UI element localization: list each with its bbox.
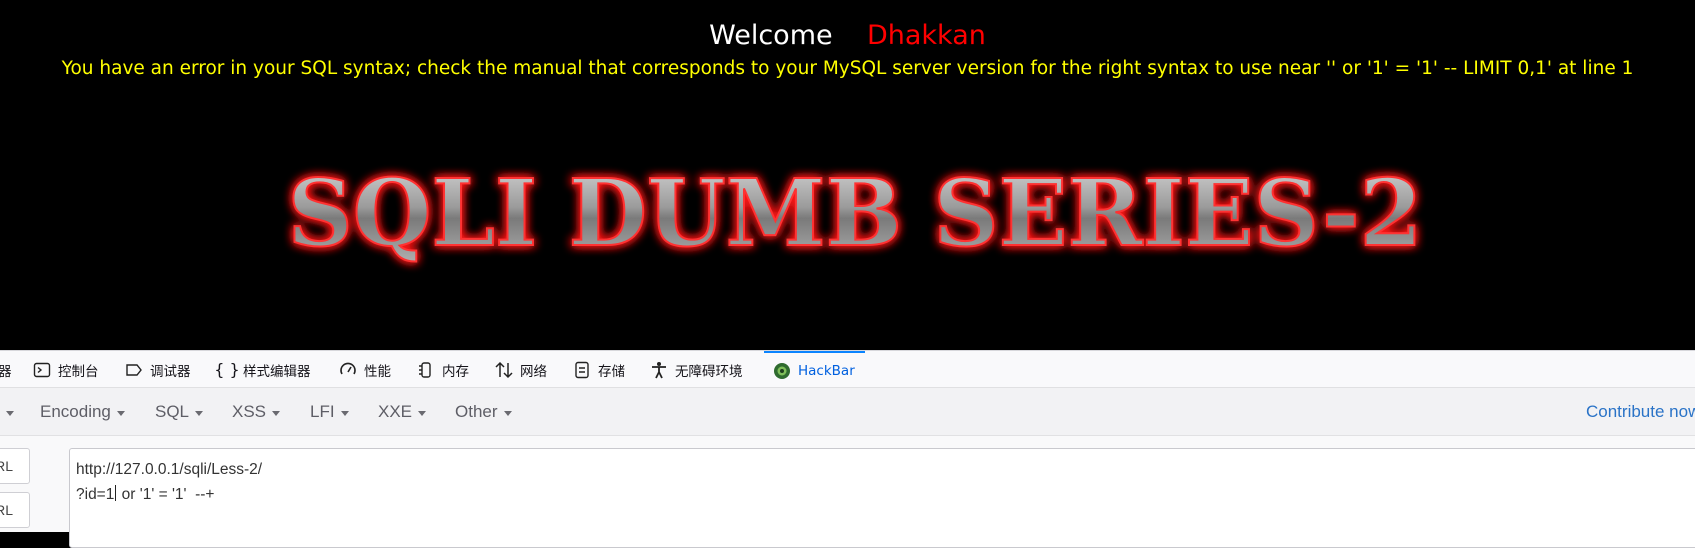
tab-label: 无障碍环境 bbox=[675, 363, 743, 380]
accessibility-icon bbox=[649, 360, 669, 380]
menu-xxe[interactable]: XXE bbox=[378, 388, 427, 436]
tab-label: 样式编辑器 bbox=[243, 363, 311, 380]
chevron-down-icon bbox=[195, 410, 204, 416]
button-label: Load URL bbox=[0, 458, 13, 474]
split-url-button[interactable]: Split URL bbox=[0, 492, 30, 528]
hackbar-body: Load URL Split URL http://127.0.0.1/sqli… bbox=[0, 436, 1695, 548]
contribute-link[interactable]: Contribute now bbox=[1586, 388, 1695, 436]
url-textarea[interactable]: http://127.0.0.1/sqli/Less-2/ ?id=1 or '… bbox=[69, 448, 1695, 548]
tab-label: 网络 bbox=[520, 363, 547, 380]
tab-console[interactable]: 控制台 bbox=[32, 351, 99, 388]
devtools-tab-bar: 器 控制台 调试器 { } 样式编辑器 性能 内存 网络 存储 无障碍环境 Ha… bbox=[0, 350, 1695, 388]
tab-label: HackBar bbox=[798, 362, 855, 379]
menu-lfi[interactable]: LFI bbox=[310, 388, 349, 436]
welcome-name: Dhakkan bbox=[866, 20, 986, 51]
hackbar-icon bbox=[772, 361, 792, 381]
menu-sql[interactable]: SQL bbox=[155, 388, 204, 436]
menu-label: XSS bbox=[232, 402, 267, 421]
tab-style-editor[interactable]: { } 样式编辑器 bbox=[214, 351, 311, 388]
tab-performance[interactable]: 性能 bbox=[338, 351, 391, 388]
web-page: Welcome Dhakkan You have an error in you… bbox=[0, 0, 1695, 350]
menu-dropdown-hidden[interactable] bbox=[0, 388, 14, 436]
storage-icon bbox=[572, 360, 592, 380]
tab-label: 调试器 bbox=[150, 363, 191, 380]
tab-storage[interactable]: 存储 bbox=[572, 351, 625, 388]
sql-error-message: You have an error in your SQL syntax; ch… bbox=[61, 58, 1634, 79]
gauge-icon bbox=[338, 360, 358, 380]
tab-memory[interactable]: 内存 bbox=[416, 351, 469, 388]
memory-icon bbox=[416, 360, 436, 380]
welcome-line: Welcome Dhakkan bbox=[0, 20, 1695, 51]
menu-label: Other bbox=[455, 402, 498, 421]
debugger-icon bbox=[124, 360, 144, 380]
tab-hackbar[interactable]: HackBar bbox=[764, 351, 865, 388]
welcome-label: Welcome bbox=[709, 20, 833, 51]
hackbar-menu: Encoding SQL XSS LFI XXE Other Contribut… bbox=[0, 388, 1695, 436]
tab-debugger[interactable]: 调试器 bbox=[124, 351, 191, 388]
braces-icon: { } bbox=[214, 360, 240, 379]
tab-label: 控制台 bbox=[58, 363, 99, 380]
tab-accessibility[interactable]: 无障碍环境 bbox=[649, 351, 743, 388]
network-icon bbox=[494, 360, 514, 380]
banner-title: SQLI DUMB SERIES-2 bbox=[287, 158, 1424, 268]
url-line-2-before-cursor: ?id=1 bbox=[76, 486, 115, 503]
load-url-button[interactable]: Load URL bbox=[0, 448, 30, 484]
tab-label: 存储 bbox=[598, 363, 625, 380]
chevron-down-icon bbox=[340, 410, 349, 416]
menu-label: Encoding bbox=[40, 402, 111, 421]
banner-text: SQLI DUMB SERIES-2 bbox=[288, 159, 1423, 267]
chevron-down-icon bbox=[503, 410, 512, 416]
button-label: Split URL bbox=[0, 502, 13, 518]
tab-label: 内存 bbox=[442, 363, 469, 380]
chevron-down-icon bbox=[418, 410, 427, 416]
menu-encoding[interactable]: Encoding bbox=[40, 388, 125, 436]
menu-label: SQL bbox=[155, 402, 190, 421]
tab-network[interactable]: 网络 bbox=[494, 351, 547, 388]
chevron-down-icon bbox=[116, 410, 125, 416]
url-line-2-after-cursor: or '1' = '1' --+ bbox=[117, 486, 215, 503]
tab-inspector[interactable]: 器 bbox=[0, 351, 12, 388]
tab-label: 性能 bbox=[364, 363, 391, 380]
tab-label: 器 bbox=[0, 363, 12, 380]
menu-xss[interactable]: XSS bbox=[232, 388, 281, 436]
menu-other[interactable]: Other bbox=[455, 388, 512, 436]
menu-label: XXE bbox=[378, 402, 413, 421]
console-icon bbox=[32, 360, 52, 380]
chevron-down-icon bbox=[272, 410, 281, 416]
menu-label: LFI bbox=[310, 402, 335, 421]
url-line-1: http://127.0.0.1/sqli/Less-2/ bbox=[76, 461, 263, 478]
chevron-down-icon bbox=[6, 410, 14, 416]
